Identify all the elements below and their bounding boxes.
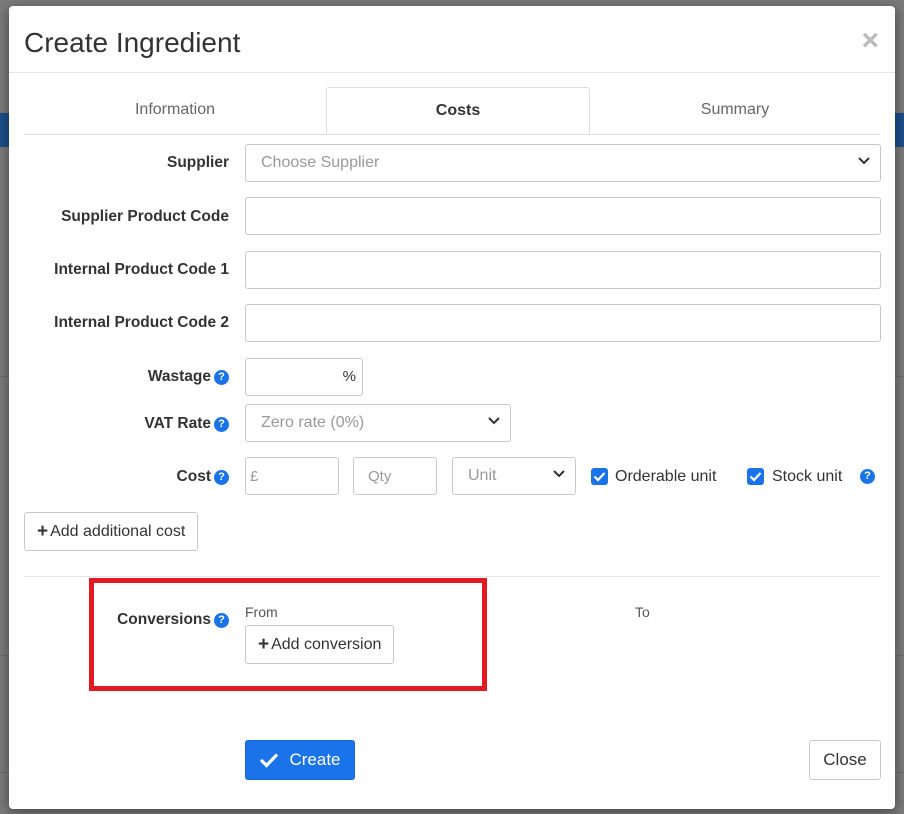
cost-label: Cost?	[9, 468, 229, 486]
check-icon	[749, 472, 762, 482]
wastage-input[interactable]: %	[245, 358, 363, 396]
dialog-header: Create Ingredient ×	[9, 6, 895, 73]
cost-qty-input[interactable]: Qty	[353, 457, 437, 495]
supplier-label-text: Supplier	[166, 154, 229, 171]
tab-costs[interactable]: Costs	[326, 87, 590, 134]
unit-selected: Unit	[468, 467, 497, 484]
create-button[interactable]: Create	[245, 740, 355, 780]
percent-suffix: %	[342, 368, 356, 385]
add-additional-cost-button[interactable]: + Add additional cost	[24, 512, 199, 551]
to-label: To	[635, 604, 650, 620]
vat-rate-label-text: VAT Rate	[144, 415, 211, 432]
stock-unit-label: Stock unit	[772, 468, 843, 485]
close-icon[interactable]: ×	[861, 26, 879, 56]
qty-placeholder: Qty	[368, 468, 392, 485]
close-button[interactable]: Close	[809, 740, 881, 780]
wastage-label-text: Wastage	[147, 368, 211, 385]
orderable-unit-checkbox[interactable]	[591, 468, 608, 485]
internal-product-code-2-input[interactable]	[245, 304, 881, 342]
vat-rate-select[interactable]: Zero rate (0%)	[245, 404, 511, 442]
vat-rate-selected: Zero rate (0%)	[261, 414, 365, 431]
supplier-product-code-label: Supplier Product Code	[61, 208, 229, 225]
supplier-product-code-input[interactable]	[245, 197, 881, 235]
check-icon	[260, 753, 279, 768]
dialog-title: Create Ingredient	[24, 27, 241, 58]
internal-product-code-1-label: Internal Product Code 1	[54, 261, 229, 278]
tab-summary[interactable]: Summary	[590, 87, 880, 133]
tab-information[interactable]: Information	[24, 87, 326, 133]
supplier-label: Supplier	[9, 154, 229, 172]
help-icon[interactable]: ?	[214, 370, 229, 385]
add-additional-cost-label: Add additional cost	[50, 522, 186, 540]
check-icon	[593, 472, 606, 482]
chevron-down-icon	[858, 157, 870, 165]
create-ingredient-dialog: Create Ingredient × Information Costs Su…	[9, 6, 895, 809]
plus-icon: +	[37, 520, 49, 542]
supplier-select-placeholder: Choose Supplier	[261, 154, 380, 171]
chevron-down-icon	[553, 470, 565, 478]
supplier-select[interactable]: Choose Supplier	[245, 144, 881, 182]
cost-unit-select[interactable]: Unit	[452, 457, 576, 495]
wastage-label: Wastage?	[9, 368, 229, 386]
currency-prefix: £	[250, 468, 259, 485]
orderable-unit-label: Orderable unit	[615, 468, 717, 485]
help-icon[interactable]: ?	[214, 470, 229, 485]
cost-price-input[interactable]: £	[245, 457, 339, 495]
internal-product-code-1-input[interactable]	[245, 251, 881, 289]
section-divider	[24, 576, 880, 577]
internal-product-code-2-label: Internal Product Code 2	[54, 314, 229, 331]
help-icon[interactable]: ?	[860, 469, 875, 484]
help-icon[interactable]: ?	[214, 417, 229, 432]
stock-unit-checkbox[interactable]	[747, 468, 764, 485]
tab-bar: Information Costs Summary	[24, 87, 880, 135]
conversions-highlight-box	[89, 578, 487, 691]
vat-rate-label: VAT Rate?	[9, 415, 229, 433]
create-label: Create	[289, 750, 341, 769]
chevron-down-icon	[488, 417, 500, 425]
cost-label-text: Cost	[176, 468, 211, 485]
